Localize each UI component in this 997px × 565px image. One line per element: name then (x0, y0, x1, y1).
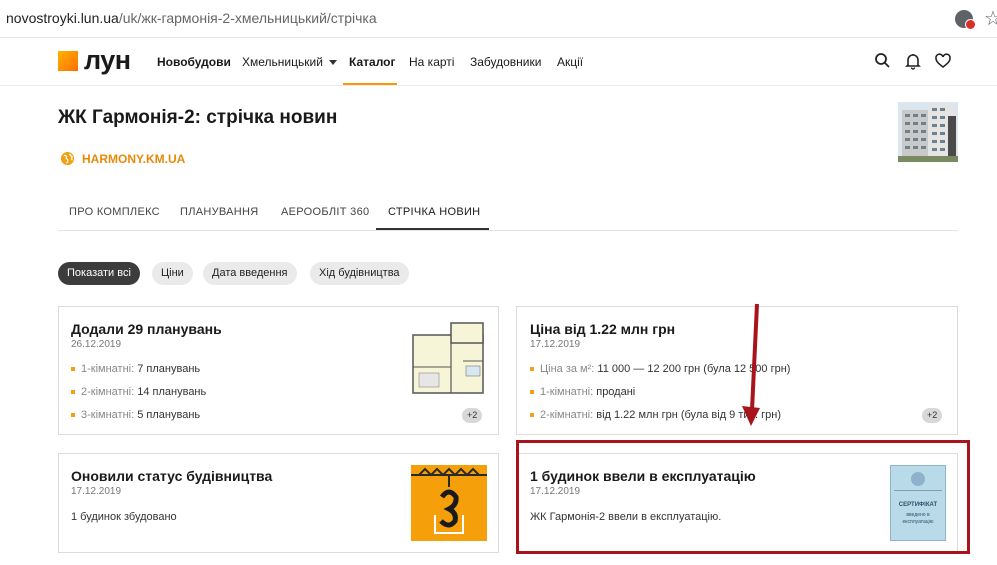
bullet-icon (530, 390, 534, 395)
complex-photo[interactable] (898, 102, 958, 162)
nav-city-dropdown[interactable]: Хмельницький (242, 55, 337, 69)
heart-icon[interactable] (933, 51, 953, 71)
card-line: 1-кімнатні: продані (530, 386, 635, 398)
card-title: Ціна від 1.22 млн грн (530, 321, 676, 337)
logo-text[interactable]: ЛУН (84, 45, 131, 76)
news-card-layouts[interactable]: Додали 29 планувань 26.12.2019 1-кімнатн… (58, 306, 499, 435)
bullet-icon (530, 367, 534, 372)
card-title: Оновили статус будівництва (71, 468, 273, 484)
browser-url-bar[interactable]: novostroyki.lun.ua/uk/жк-гармонія-2-хмел… (0, 0, 997, 38)
url-text[interactable]: novostroyki.lun.ua/uk/жк-гармонія-2-хмел… (6, 10, 377, 26)
tab-bar: ПРО КОМПЛЕКС ПЛАНУВАННЯ АЕРООБЛІТ 360 СТ… (58, 196, 958, 231)
nav-promotions[interactable]: Акції (557, 55, 583, 69)
nav-developers[interactable]: Забудовники (470, 55, 541, 69)
card-text: 1 будинок збудовано (71, 511, 177, 523)
card-line: 3-кімнатні: 5 планувань (71, 409, 200, 421)
bookmark-icon[interactable]: ☆ (984, 6, 997, 31)
filter-commissioning-date[interactable]: Дата введення (203, 262, 297, 285)
nav-new-buildings[interactable]: Новобудови (157, 55, 231, 69)
chevron-down-icon (328, 60, 337, 66)
bullet-icon (530, 413, 534, 418)
tab-aerial-360[interactable]: АЕРООБЛІТ 360 (281, 206, 369, 218)
nav-active-indicator (343, 83, 397, 85)
site-header: ЛУН Новобудови Хмельницький Каталог На к… (0, 38, 997, 86)
globe-icon (60, 151, 75, 166)
search-icon[interactable] (873, 51, 893, 71)
nav-catalog[interactable]: Каталог (349, 55, 396, 69)
filter-show-all[interactable]: Показати всі (58, 262, 140, 285)
card-line: 2-кімнатні: 14 планувань (71, 386, 206, 398)
filter-construction-progress[interactable]: Хід будівництва (310, 262, 409, 285)
news-card-construction[interactable]: Оновили статус будівництва 17.12.2019 1 … (58, 453, 499, 553)
tab-active-indicator (376, 228, 489, 230)
floor-plan-image[interactable] (411, 321, 487, 397)
highlight-box (516, 440, 970, 554)
website-link[interactable]: HARMONY.KM.UA (60, 151, 185, 166)
filter-prices[interactable]: Ціни (152, 262, 193, 285)
tab-layouts[interactable]: ПЛАНУВАННЯ (180, 206, 259, 218)
page-title: ЖК Гармонія-2: стрічка новин (58, 107, 338, 128)
bullet-icon (71, 390, 75, 395)
nav-map[interactable]: На карті (409, 55, 454, 69)
card-line: 1-кімнатні: 7 планувань (71, 363, 200, 375)
website-label: HARMONY.KM.UA (82, 151, 186, 166)
extension-icon[interactable] (955, 10, 976, 30)
url-path: /uk/жк-гармонія-2-хмельницький/стрічка (118, 10, 377, 26)
more-badge[interactable]: +2 (922, 408, 943, 423)
nav-city-label: Хмельницький (242, 55, 323, 69)
card-date: 17.12.2019 (71, 486, 122, 497)
more-badge[interactable]: +2 (462, 408, 483, 423)
tab-news-feed[interactable]: СТРІЧКА НОВИН (388, 206, 480, 218)
bell-icon[interactable] (903, 51, 923, 71)
crane-icon[interactable] (411, 465, 487, 541)
bullet-icon (71, 413, 75, 418)
card-title: Додали 29 планувань (71, 321, 222, 337)
bullet-icon (71, 367, 75, 372)
logo-icon[interactable] (58, 51, 78, 71)
card-date: 26.12.2019 (71, 339, 122, 350)
tab-about[interactable]: ПРО КОМПЛЕКС (69, 206, 160, 218)
card-date: 17.12.2019 (530, 339, 581, 350)
url-host: novostroyki.lun.ua (6, 10, 119, 26)
arrow-annotation (742, 303, 760, 426)
